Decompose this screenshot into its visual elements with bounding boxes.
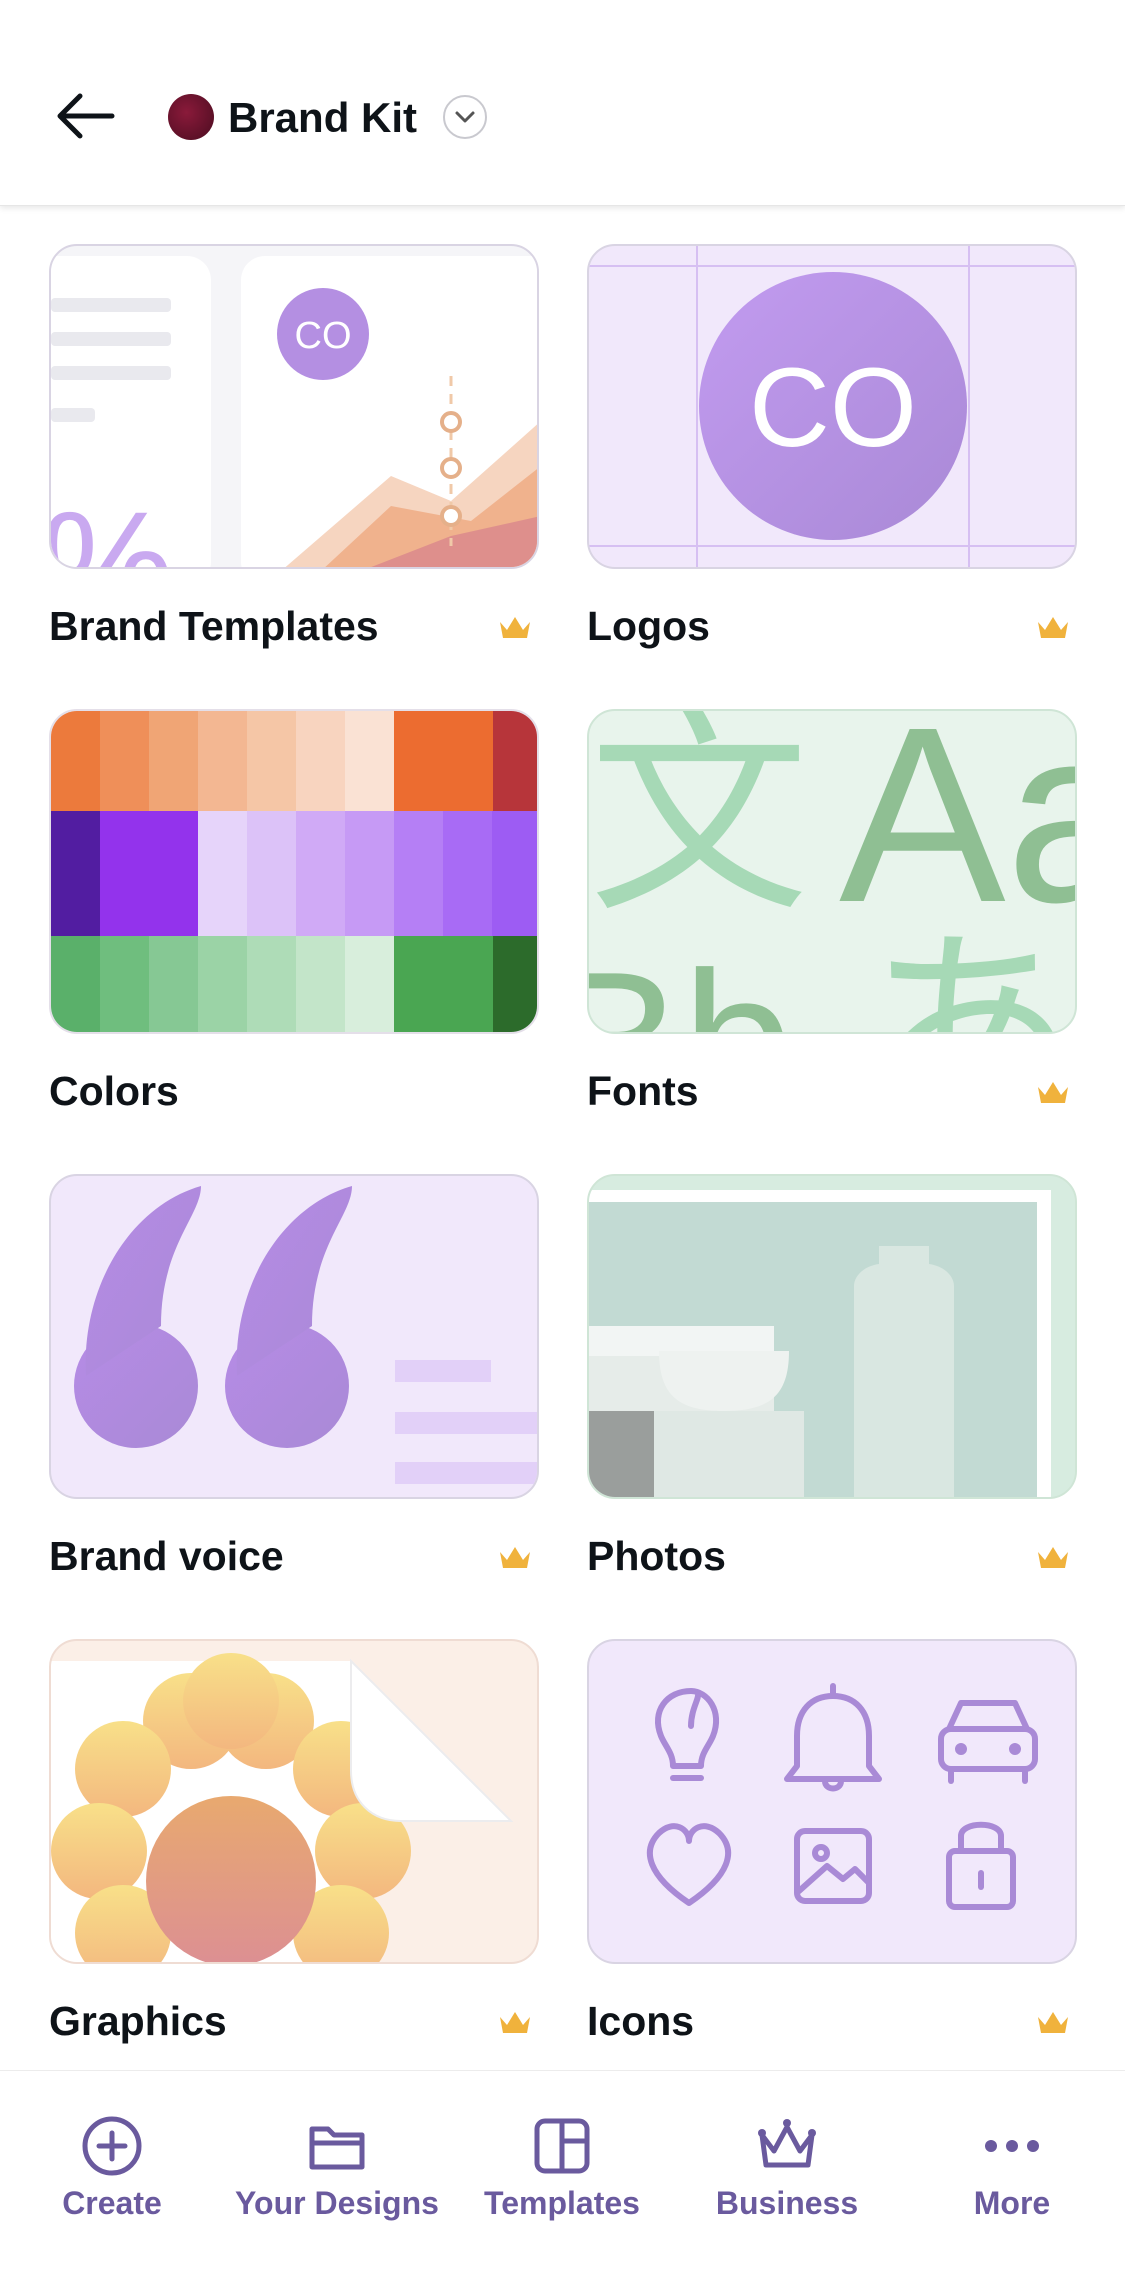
brand-voice-preview: [74, 1186, 537, 1484]
crown-icon: [500, 2012, 530, 2033]
nav-label-your-designs: Your Designs: [235, 2185, 439, 2221]
icons-card[interactable]: [587, 1639, 1077, 1964]
graphics-card[interactable]: [49, 1639, 539, 1964]
lightbulb-icon: [654, 1688, 720, 1781]
more-dots-icon: [985, 2140, 1039, 2152]
card-label-colors: Colors: [49, 1068, 179, 1114]
crown-icon: [500, 1547, 530, 1568]
bell-icon: [784, 1683, 882, 1792]
font-glyph-a-hiragana: あ: [859, 907, 1077, 1034]
nav-business[interactable]: Business: [677, 2071, 897, 2295]
logo-text: CO: [749, 345, 917, 470]
photos-card[interactable]: [587, 1174, 1077, 1499]
crown-icon: [1038, 1547, 1068, 1568]
colors-card[interactable]: [49, 709, 539, 1034]
nav-create[interactable]: Create: [2, 2071, 222, 2295]
photos-preview: [589, 1176, 1075, 1497]
nav-your-designs[interactable]: Your Designs: [227, 2071, 447, 2295]
card-label-photos: Photos: [587, 1533, 726, 1579]
colors-preview: [51, 711, 537, 1032]
graphics-preview: [51, 1653, 514, 1962]
nav-more[interactable]: More: [902, 2071, 1122, 2295]
brand-voice-card[interactable]: [49, 1174, 539, 1499]
template-badge-text: CO: [295, 315, 352, 357]
templates-icon: [534, 2118, 590, 2174]
font-glyph-wen: 文: [589, 711, 809, 943]
brand-avatar: [168, 94, 214, 140]
lock-icon: [946, 1821, 1016, 1910]
card-label-logos: Logos: [587, 603, 710, 649]
brand-templates-preview: CO %: [51, 256, 537, 569]
brand-templates-card[interactable]: CO %: [49, 244, 539, 569]
back-arrow-icon[interactable]: [50, 88, 118, 144]
car-icon: [938, 1700, 1038, 1784]
icons-preview: [646, 1683, 1038, 1910]
heart-icon: [646, 1823, 732, 1906]
card-label-fonts: Fonts: [587, 1068, 699, 1114]
nav-label-business: Business: [715, 2185, 859, 2221]
logos-preview: CO: [589, 246, 1075, 567]
fonts-card[interactable]: 文 Aa Bb あ: [587, 709, 1077, 1034]
card-label-brand-voice: Brand voice: [49, 1533, 284, 1579]
logos-card[interactable]: CO: [587, 244, 1077, 569]
brand-kit-title[interactable]: Brand Kit: [228, 90, 417, 146]
crown-icon: [758, 2119, 816, 2168]
fonts-preview: 文 Aa Bb あ: [589, 711, 1077, 1034]
header: Brand Kit: [0, 0, 1125, 206]
crown-icon: [1038, 1082, 1068, 1103]
nav-label-templates: Templates: [484, 2185, 640, 2221]
nav-templates[interactable]: Templates: [452, 2071, 672, 2295]
crown-icon: [500, 617, 530, 638]
template-percent-text: %: [51, 480, 174, 569]
font-glyph-bb: Bb: [589, 931, 794, 1034]
brand-selector-button[interactable]: [443, 95, 487, 139]
card-label-icons: Icons: [587, 1998, 695, 2044]
nav-label-more: More: [973, 2185, 1051, 2221]
crown-icon: [1038, 2012, 1068, 2033]
image-icon: [794, 1828, 872, 1904]
chevron-down-icon: [455, 111, 475, 123]
bottom-nav: Create Your Designs Templates Business M…: [0, 2070, 1125, 2295]
crown-icon: [1038, 617, 1068, 638]
card-label-brand-templates: Brand Templates: [49, 603, 379, 649]
plus-circle-icon: [82, 2116, 142, 2176]
card-label-graphics: Graphics: [49, 1998, 227, 2044]
folder-icon: [309, 2126, 365, 2170]
nav-label-create: Create: [62, 2185, 162, 2221]
